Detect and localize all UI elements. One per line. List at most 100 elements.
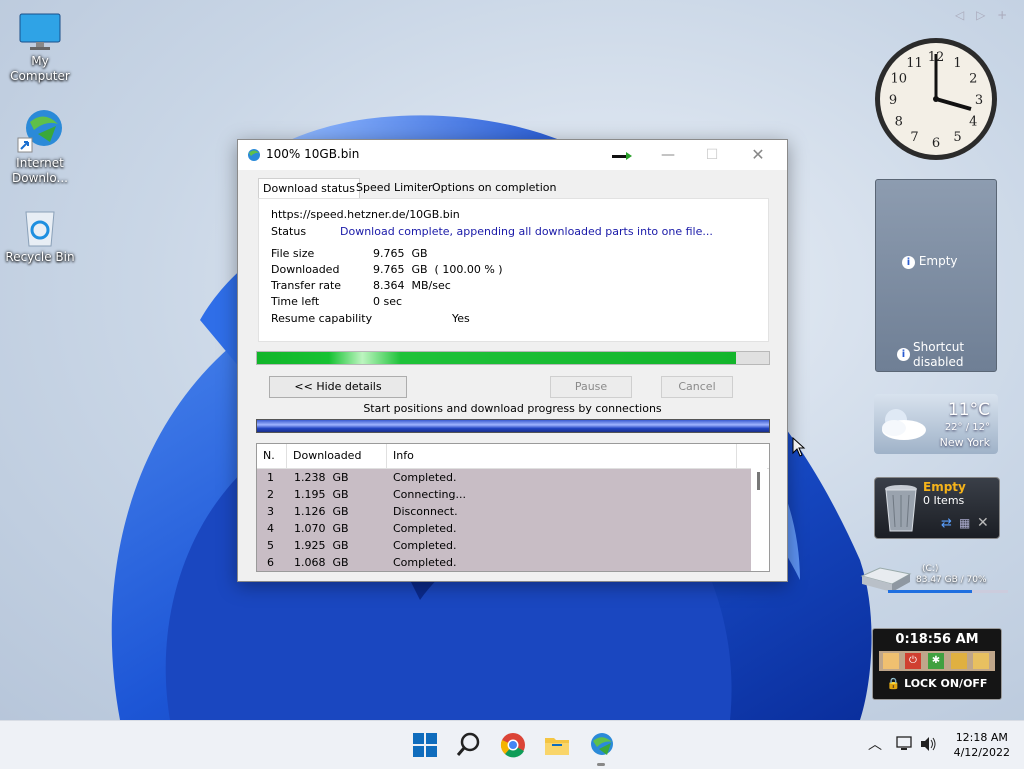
table-row[interactable]: 6 1.068 GB Completed. [257,554,751,571]
speed-arrow-tip-icon [626,152,632,160]
row-downloaded: 1.925 GB [294,539,349,552]
power-icon[interactable]: ⏻ [905,653,921,669]
settings-icon[interactable]: ✱ [928,653,944,669]
lock-buttons-row: ⏻ ✱ [879,651,995,671]
search-icon[interactable] [455,731,483,759]
drive-usage-bar [888,590,1008,593]
recycle-bin-gadget[interactable]: Empty 0 Items ⇄ ▦ ✕ [874,477,1000,539]
screen-icon[interactable] [973,653,989,669]
downloaded-label: Downloaded [271,263,340,276]
drive-usage-fill [888,590,972,593]
row-info: Completed. [393,539,457,552]
close-button[interactable]: ✕ [744,144,772,166]
taskbar-time: 12:18 AM [955,731,1008,744]
desktop-icon-my-computer[interactable]: My Computer [0,12,80,84]
row-downloaded: 1.070 GB [294,522,349,535]
clock-numeral: 1 [953,56,961,71]
column-header-info[interactable]: Info [387,444,737,468]
tab-options-on-completion[interactable]: Options on completion [428,178,561,198]
padlock-icon: 🔒 [886,677,901,690]
key-icon[interactable] [951,653,967,669]
folder-icon[interactable] [883,653,899,669]
file-size-value: 9.765 GB [373,247,428,260]
empty-bin-icon[interactable]: ✕ [977,515,989,531]
taskbar-date: 4/12/2022 [953,746,1010,759]
weather-city: New York [939,436,990,449]
idm-app-icon [248,149,260,161]
desktop-icon-recycle-bin[interactable]: Recycle Bin [0,206,80,265]
scrollbar-thumb[interactable] [757,472,760,490]
previous-icon[interactable]: ◁ [955,8,964,22]
table-row[interactable]: 3 1.126 GB Disconnect. [257,503,751,520]
tab-speed-limiter[interactable]: Speed Limiter [352,178,437,198]
recycle-state: Empty [923,480,966,494]
lock-gadget[interactable]: 0:18:56 AM ⏻ ✱ 🔒 LOCK ON/OFF [872,628,1002,700]
title-bar[interactable]: 100% 10GB.bin — ☐ ✕ [238,140,787,170]
add-gadget-icon[interactable]: + [997,8,1007,22]
clock-numeral: 7 [910,130,918,145]
resume-capability-label: Resume capability [271,312,373,325]
clock-numeral: 6 [932,136,940,151]
chrome-icon[interactable] [499,731,527,759]
table-row[interactable]: 5 1.925 GB Completed. [257,537,751,554]
file-explorer-icon[interactable] [543,731,571,759]
desktop-icon-internet-download-manager[interactable]: Internet Downlo... [0,106,80,186]
weather-temp: 11°C [947,400,990,420]
row-info: Completed. [393,522,457,535]
cancel-button[interactable]: Cancel [661,376,733,398]
table-row[interactable]: 4 1.070 GB Completed. [257,520,751,537]
info-icon: i [902,256,915,269]
pause-button[interactable]: Pause [550,376,632,398]
row-downloaded: 1.195 GB [294,488,349,501]
gadget-sidebar-controls[interactable]: ◁ ▷ + [955,8,1017,24]
connections-caption: Start positions and download progress by… [363,402,662,415]
network-icon[interactable] [895,736,913,752]
windows-icon[interactable]: ▦ [959,516,970,530]
window-title: 100% 10GB.bin [266,147,360,161]
next-icon[interactable]: ▷ [976,8,985,22]
taskbar-clock[interactable]: 12:18 AM 4/12/2022 [954,730,1010,760]
idm-running-indicator [597,763,605,766]
slideshow-gadget[interactable]: i Empty i Shortcut disabled [875,179,997,372]
connections-table: N. Downloaded Info 1 1.238 GB Completed.… [256,443,770,572]
column-header-downloaded[interactable]: Downloaded [287,444,387,468]
minimize-button[interactable]: — [654,144,682,166]
clock-numeral: 9 [889,93,897,108]
row-number: 2 [267,488,274,501]
resume-capability-value: Yes [452,312,470,325]
info-icon: i [897,348,910,361]
table-row[interactable]: 1 1.238 GB Completed. [257,469,751,486]
recycle-items: 0 Items [923,494,965,507]
monitor-icon [18,12,62,52]
time-left-label: Time left [271,295,320,308]
downloaded-value: 9.765 GB ( 100.00 % ) [373,263,503,276]
row-downloaded: 1.068 GB [294,556,349,569]
idm-globe-icon [16,106,64,154]
volume-icon[interactable] [919,736,937,752]
transfer-rate-label: Transfer rate [271,279,342,292]
hide-details-button[interactable]: << Hide details [269,376,407,398]
clock-numeral: 4 [969,115,977,130]
clock-gadget[interactable]: 121234567891011 [873,36,999,162]
chevron-up-icon[interactable]: ︿ [868,734,882,754]
cloud-sun-icon [882,409,926,440]
desktop-icon-label: Internet Downlo... [12,156,68,185]
table-scrollbar[interactable] [751,468,767,570]
drive-gadget[interactable]: (C:) 83.47 GB / 70% [858,560,1008,600]
clock-numeral: 3 [975,93,983,108]
clock-numeral: 2 [969,72,977,87]
maximize-button[interactable]: ☐ [698,144,726,166]
start-windows-icon[interactable] [411,731,439,759]
download-url: https://speed.hetzner.de/10GB.bin [271,208,460,221]
weather-gadget[interactable]: 11°C 22° / 12° New York [874,394,998,454]
mouse-cursor-icon [792,437,806,457]
lock-time: 0:18:56 AM [895,632,979,647]
refresh-icon[interactable]: ⇄ [941,516,952,531]
column-header-number[interactable]: N. [257,444,287,468]
row-number: 1 [267,471,274,484]
clock-numeral: 10 [890,72,907,87]
lock-toggle[interactable]: 🔒 LOCK ON/OFF [873,677,1001,690]
idm-taskbar-icon[interactable] [587,731,615,759]
table-row[interactable]: 2 1.195 GB Connecting... [257,486,751,503]
tab-download-status[interactable]: Download status [258,178,360,199]
